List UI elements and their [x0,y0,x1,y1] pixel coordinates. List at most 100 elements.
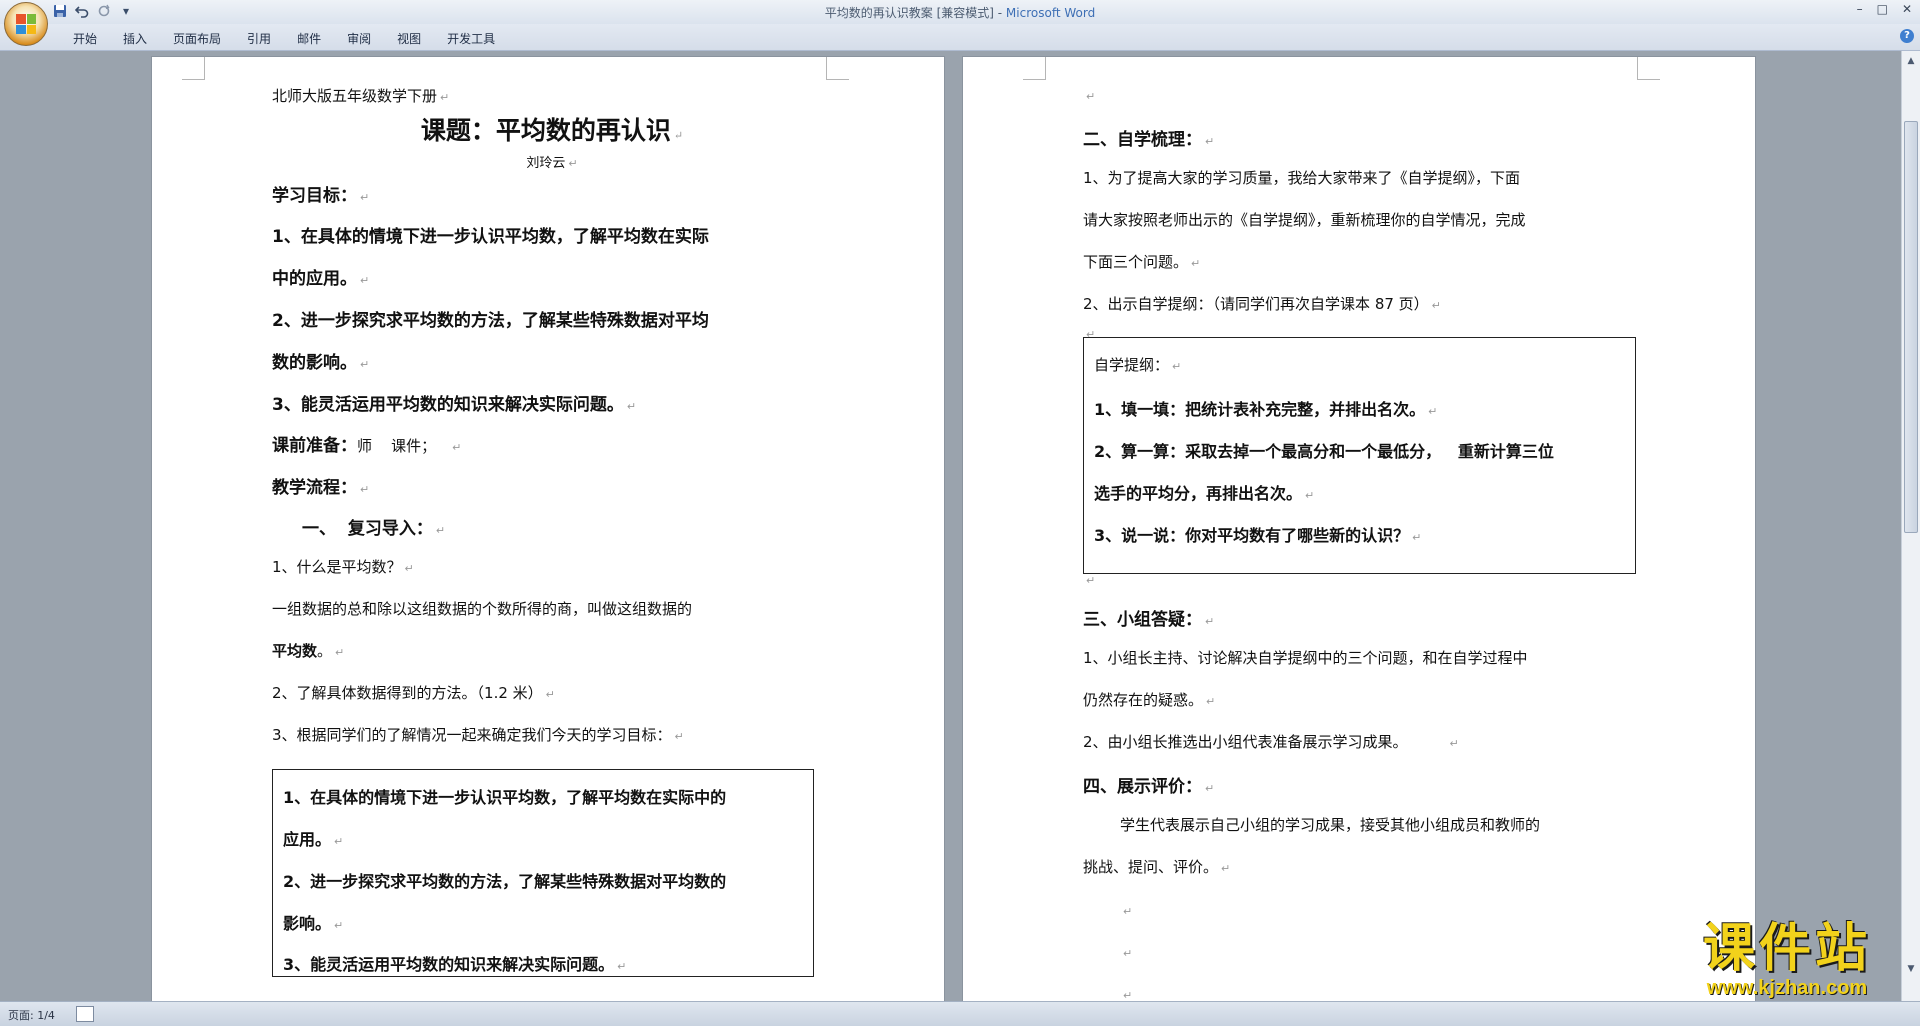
p5-line-2-text: 挑战、提问、评价。 [1083,858,1219,876]
paragraph-mark: ↵ [1221,862,1231,875]
flow-heading: 教学流程： ↵ [272,473,369,498]
question-2: 2、了解具体数据得到的方法。（1.2 米） ↵ [272,682,555,703]
paragraph-mark: ↵ [334,835,344,848]
box-line-4-text: 影响。 [283,914,332,933]
outline-item-2-line-2-text: 选手的平均分，再排出名次。 [1094,484,1303,503]
proofing-icon[interactable] [76,1006,94,1022]
watermark-title: 课件站 [1702,918,1871,979]
question-2-text: 2、了解具体数据得到的方法。（1.2 米） [272,684,543,702]
paragraph-mark: ↵ [404,562,414,575]
help-icon[interactable]: ? [1900,29,1914,43]
paragraph-mark: ↵ [334,919,344,932]
goals-heading-text: 学习目标： [272,186,357,206]
tab-references[interactable]: 引用 [234,30,284,47]
paragraph-mark: ↵ [568,157,578,170]
outline-item-3-text: 3、说一说：你对平均数有了哪些新的认识？ [1094,526,1410,545]
author-line: 刘玲云 ↵ [272,152,832,171]
paragraph-mark: ↵ [1206,695,1216,708]
section-1-text: 一、 复习导入： [302,519,433,539]
tab-mailings[interactable]: 邮件 [284,30,334,47]
question-1: 1、什么是平均数？ ↵ [272,556,414,577]
p3-line-1: 1、小组长主持、讨论解决自学提纲中的三个问题，和在自学过程中 [1083,649,1528,667]
section-4-text: 四、展示评价： [1083,777,1202,797]
paragraph-mark: ↵ [360,483,370,496]
lesson-title-text: 课题：平均数的再认识 [420,116,671,145]
document-page-1: 北师大版五年级数学下册 ↵ 课题：平均数的再认识 ↵ 刘玲云 ↵ 学习目标： ↵ 1、在… [152,57,944,1001]
close-button[interactable]: ✕ [1902,2,1912,16]
lesson-title: 课题：平均数的再认识 ↵ [272,111,832,147]
section-2-heading: 二、自学梳理： ↵ [1083,125,1214,150]
tab-view[interactable]: 视图 [384,30,434,47]
outline-item-1: 1、填一填：把统计表补充完整，并排出名次。 ↵ [1094,396,1437,420]
paragraph-mark: ↵ [674,730,684,743]
p4: 2、由小组长推选出小组代表准备展示学习成果。 ↵ [1083,731,1459,752]
p2-text: 2、出示自学提纲：（请同学们再次自学课本 87 页） [1083,295,1429,313]
goal-2-line-1: 2、进一步探究求平均数的方法，了解某些特殊数据对平均 [272,311,709,331]
p2: 2、出示自学提纲：（请同学们再次自学课本 87 页） ↵ [1083,293,1441,314]
paragraph-mark: ↵ [452,441,462,454]
outline-item-1-text: 1、填一填：把统计表补充完整，并排出名次。 [1094,400,1426,419]
goal-3-text: 3、能灵活运用平均数的知识来解决实际问题。 [272,395,624,415]
minimize-button[interactable]: – [1857,2,1863,16]
p4-text: 2、由小组长推选出小组代表准备展示学习成果。 [1083,733,1408,751]
scroll-down-arrow-icon[interactable]: ▼ [1905,963,1917,975]
office-button[interactable] [4,2,48,46]
paragraph-mark: ↵ [1305,489,1315,502]
box-line-5: 3、能灵活运用平均数的知识来解决实际问题。 ↵ [283,951,626,975]
scroll-up-arrow-icon[interactable]: ▲ [1905,55,1917,67]
p5-line-1: 学生代表展示自己小组的学习成果，接受其他小组成员和教师的 [1120,816,1541,834]
paragraph-mark: ↵ [360,191,370,204]
header-line: 北师大版五年级数学下册 ↵ [272,85,449,106]
goals-heading: 学习目标： ↵ [272,181,369,206]
scrollbar-thumb[interactable] [1904,121,1918,533]
paragraph-mark: ↵ [545,688,555,701]
header-text: 北师大版五年级数学下册 [272,87,438,105]
p1-line-1: 1、为了提高大家的学习质量，我给大家带来了《自学提纲》，下面 [1083,169,1521,187]
watermark-logo: 课件站 www.kjzhan.com [1668,920,1906,1000]
box-line-2: 应用。 ↵ [283,826,343,850]
title-bar: ▾ 平均数的再认识教案 [兼容模式] - Microsoft Word – □ … [0,0,1920,46]
p1-line-2: 请大家按照老师出示的《自学提纲》，重新梳理你的自学情况，完成 [1083,211,1526,229]
window-title: 平均数的再认识教案 [兼容模式] - Microsoft Word [0,4,1920,21]
goals-box-text[interactable]: 1、在具体的情境下进一步认识平均数，了解平均数在实际中的 应用。 ↵ 2、进一步探… [283,770,811,976]
paragraph-mark: ↵ [1205,135,1215,148]
document-page-2: ↵ 二、自学梳理： ↵ 1、为了提高大家的学习质量，我给大家带来了《自学提纲》，下… [963,57,1755,1001]
paragraph-mark: ↵ [335,646,345,659]
outline-item-3: 3、说一说：你对平均数有了哪些新的认识？ ↵ [1094,522,1421,546]
box-line-2-text: 应用。 [283,830,332,849]
window-controls: – □ ✕ [1857,2,1912,16]
goal-3: 3、能灵活运用平均数的知识来解决实际问题。 ↵ [272,390,636,415]
paragraph-mark: ↵ [1205,782,1215,795]
office-logo-icon [16,14,36,34]
tab-developer[interactable]: 开发工具 [434,30,508,47]
paragraph-mark: ↵ [360,358,370,371]
maximize-button[interactable]: □ [1877,2,1888,16]
prep-label: 课前准备： [272,436,357,456]
document-workspace: 北师大版五年级数学下册 ↵ 课题：平均数的再认识 ↵ 刘玲云 ↵ 学习目标： ↵ 1、在… [0,51,1902,1001]
section-2-text: 二、自学梳理： [1083,130,1202,150]
question-1-text: 1、什么是平均数？ [272,558,402,576]
document-title: 平均数的再认识教案 [兼容模式] - [824,6,1006,20]
paragraph-mark: ↵ [1205,615,1215,628]
page-indicator[interactable]: 页面: 1/4 [8,1007,55,1023]
tab-page-layout[interactable]: 页面布局 [160,30,234,47]
outline-box: 自学提纲： ↵ 1、填一填：把统计表补充完整，并排出名次。 ↵ 2、算一算：采取去掉… [1083,337,1636,574]
vertical-scrollbar[interactable]: ▲ ▼ [1901,51,1920,1001]
p1-line-3-text: 下面三个问题。 [1083,253,1189,271]
tab-home[interactable]: 开始 [60,30,110,47]
ribbon-tabs-bar: 开始 插入 页面布局 引用 邮件 审阅 视图 开发工具 ? [0,24,1920,51]
paragraph-mark: ↵ [626,400,637,413]
goal-1-line-1: 1、在具体的情境下进一步认识平均数，了解平均数在实际 [272,227,709,247]
box-line-5-text: 3、能灵活运用平均数的知识来解决实际问题。 [283,955,615,974]
tab-review[interactable]: 审阅 [334,30,384,47]
paragraph-mark: ↵ [1172,360,1182,373]
p3-line-2: 仍然存在的疑惑。 ↵ [1083,689,1215,710]
p5-line-2: 挑战、提问、评价。 ↵ [1083,856,1230,877]
section-1-heading: 一、 复习导入： ↵ [302,514,445,539]
watermark-url: www.kjzhan.com [1706,977,1868,999]
tab-insert[interactable]: 插入 [110,30,160,47]
paragraph-mark: ↵ [360,274,370,287]
outline-box-text[interactable]: 自学提纲： ↵ 1、填一填：把统计表补充完整，并排出名次。 ↵ 2、算一算：采取去掉… [1094,338,1632,573]
empty-paragraph: ↵ [1120,984,1132,1001]
paragraph-mark: ↵ [1123,947,1133,960]
